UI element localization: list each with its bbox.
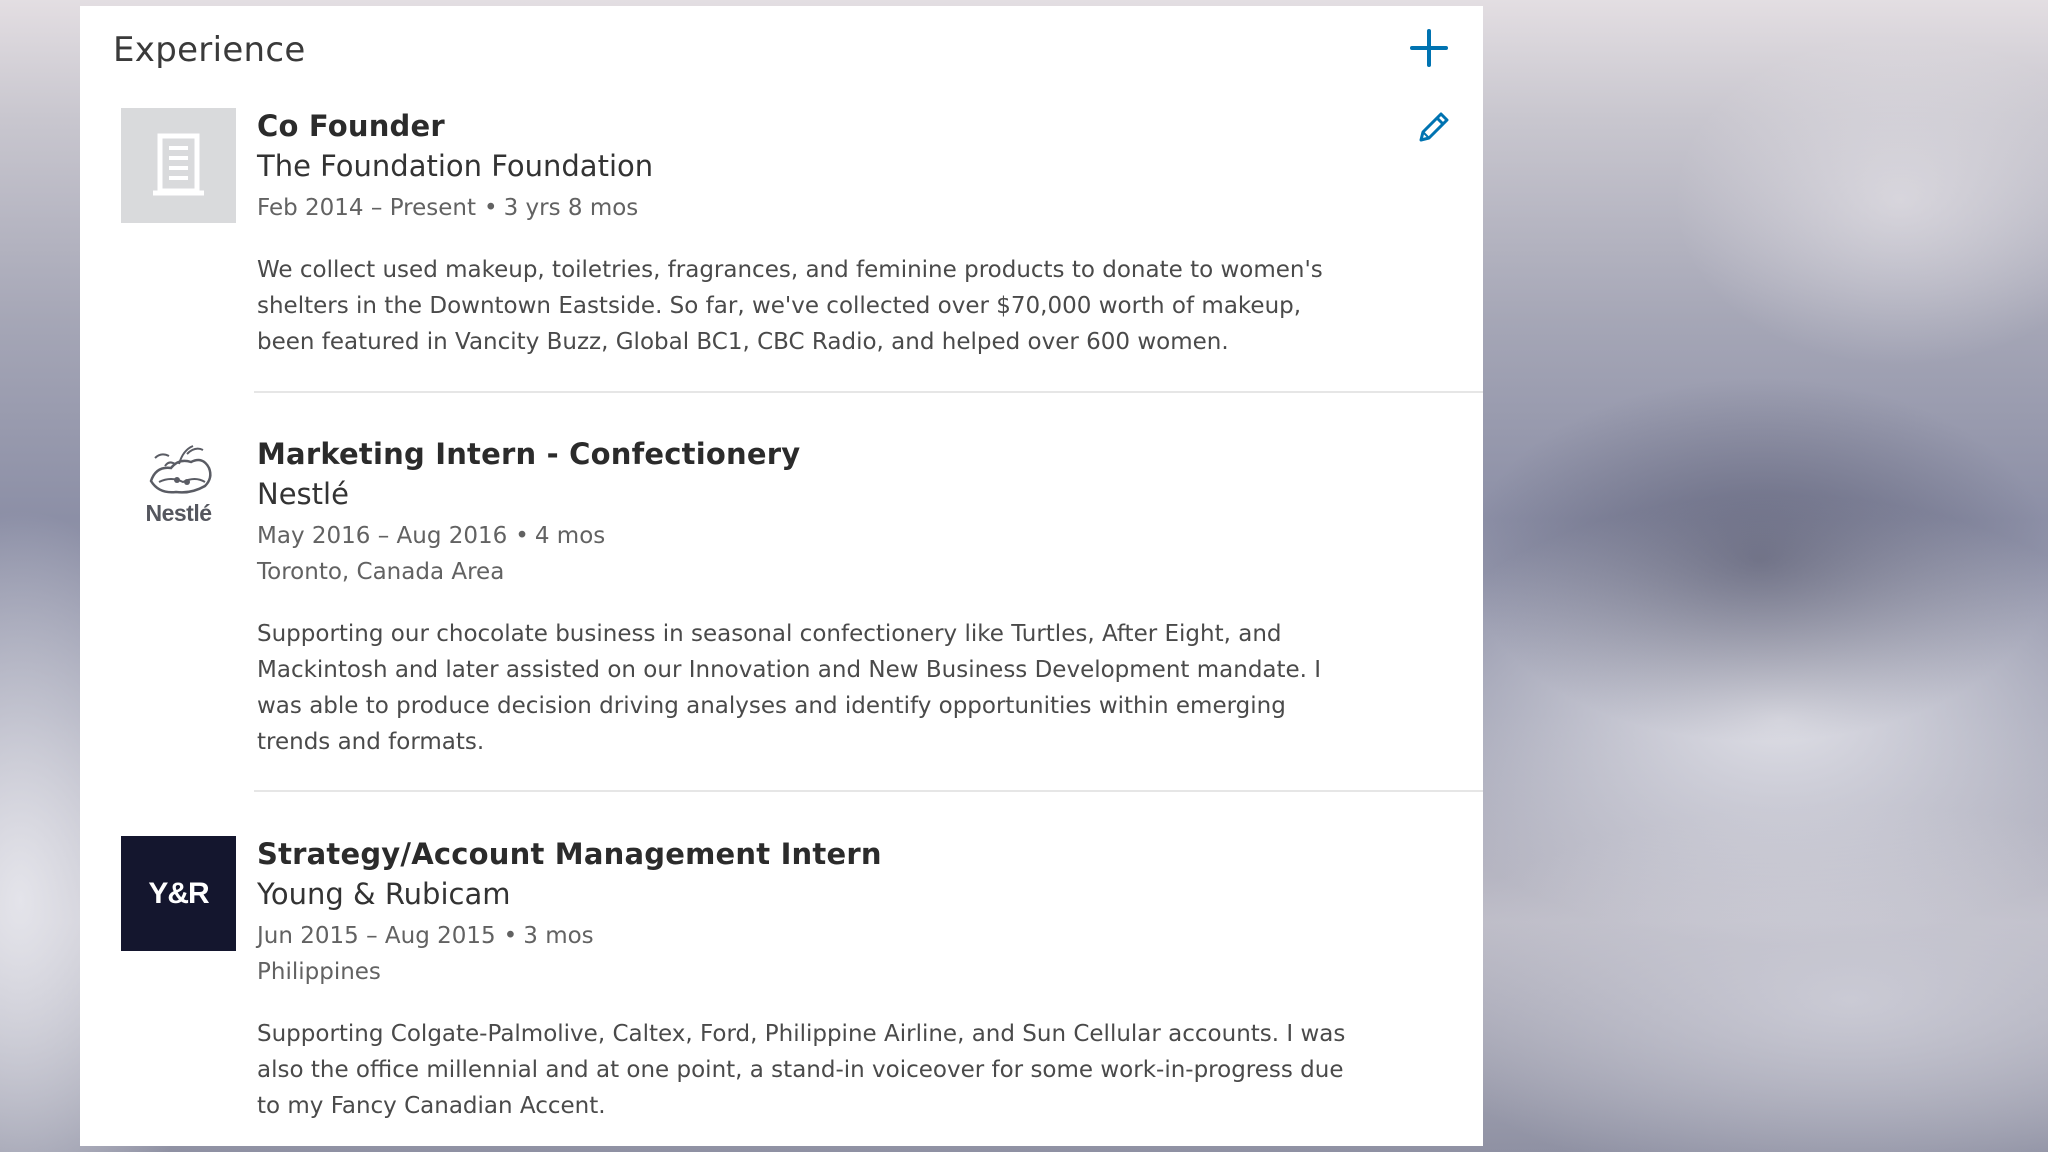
add-experience-button[interactable]: [1407, 26, 1451, 70]
pencil-icon: [1419, 112, 1449, 142]
job-title[interactable]: Co Founder: [257, 106, 1437, 146]
experience-details: Strategy/Account Management Intern Young…: [257, 834, 1437, 1124]
date-range: Feb 2014 – Present: [257, 195, 476, 221]
job-location: Philippines: [257, 959, 381, 985]
duration: 3 mos: [523, 923, 594, 949]
experience-details: Marketing Intern - Confectionery Nestlé …: [257, 434, 1437, 760]
job-title[interactable]: Strategy/Account Management Intern: [257, 834, 1437, 874]
company-name[interactable]: Young & Rubicam: [257, 874, 1437, 918]
company-logo[interactable]: [121, 108, 236, 223]
experience-entry: Co Founder The Foundation Foundation Feb…: [80, 106, 1483, 398]
building-icon: [153, 133, 204, 196]
yr-logo-text: Y&R: [148, 876, 209, 910]
date-range: Jun 2015 – Aug 2015: [257, 923, 496, 949]
job-description: We collect used makeup, toiletries, frag…: [257, 257, 1323, 355]
job-location: Toronto, Canada Area: [257, 559, 505, 585]
entry-divider: [254, 391, 1483, 393]
edit-experience-button[interactable]: [1413, 108, 1453, 148]
experience-card: Experience Co Founder The Foundation Fou…: [80, 6, 1483, 1146]
job-title[interactable]: Marketing Intern - Confectionery: [257, 434, 1437, 474]
date-range-row: Jun 2015 – Aug 2015 • 3 mos: [257, 918, 1437, 954]
date-range: May 2016 – Aug 2016: [257, 523, 508, 549]
experience-header: Experience: [113, 26, 1453, 76]
bullet-separator: •: [503, 923, 518, 949]
company-logo[interactable]: Nestlé: [121, 434, 236, 549]
entry-divider: [254, 790, 1483, 792]
plus-icon: [1410, 29, 1448, 67]
experience-details: Co Founder The Foundation Foundation Feb…: [257, 106, 1437, 360]
date-range-row: May 2016 – Aug 2016 • 4 mos: [257, 518, 1437, 554]
company-logo[interactable]: Y&R: [121, 836, 236, 951]
job-description: Supporting our chocolate business in sea…: [257, 621, 1322, 755]
experience-entry: Y&R Strategy/Account Management Intern Y…: [80, 834, 1483, 1146]
nestle-nest-icon: [149, 445, 212, 494]
duration: 3 yrs 8 mos: [503, 195, 639, 221]
company-name[interactable]: Nestlé: [257, 474, 1437, 518]
company-name[interactable]: The Foundation Foundation: [257, 146, 1437, 190]
bullet-separator: •: [515, 523, 529, 549]
section-title: Experience: [113, 30, 306, 70]
date-range-row: Feb 2014 – Present • 3 yrs 8 mos: [257, 190, 1437, 226]
job-description: Supporting Colgate-Palmolive, Caltex, Fo…: [257, 1021, 1346, 1119]
duration: 4 mos: [534, 523, 606, 549]
experience-entry: Nestlé Marketing Intern - Confectionery …: [80, 434, 1483, 784]
bullet-separator: •: [483, 195, 498, 221]
nestle-wordmark: Nestlé: [145, 500, 212, 526]
